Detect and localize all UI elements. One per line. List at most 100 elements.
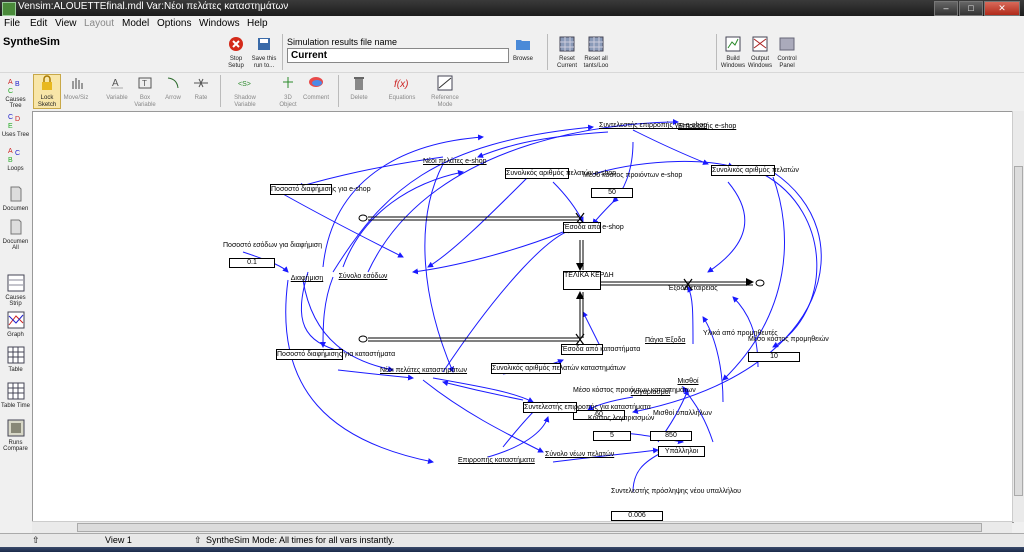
arrow-tool-button[interactable]: Arrow bbox=[160, 75, 186, 102]
var-syntelestis-proslipsis[interactable]: Συντελεστής πρόσληψης νέου υπαλλήλου bbox=[611, 488, 741, 495]
causes-tree-icon: A BC bbox=[8, 79, 20, 95]
runs-compare-button[interactable]: Runs Compare bbox=[0, 419, 31, 452]
comment-button[interactable]: Comment bbox=[303, 75, 329, 102]
var-meso-kostos-eshop[interactable]: Μέσο κόστος προιόντων e-shop bbox=[583, 172, 682, 179]
var-synolo-esodon[interactable]: Σύνολο εσόδων bbox=[338, 273, 388, 280]
synthesim-mode-icon: ⇧ bbox=[194, 535, 202, 545]
var-logariasmoi[interactable]: Λογαριασμοί bbox=[628, 389, 673, 396]
build-windows-button[interactable]: Build Windows bbox=[720, 36, 746, 70]
var-diafimisi[interactable]: Διαφήμιση bbox=[287, 275, 327, 282]
table-time-button[interactable]: Table Time bbox=[0, 382, 31, 409]
var-neoi-pelates-eshop[interactable]: Νέοι πελάτες e-shop bbox=[423, 158, 487, 165]
var-misthoi-ypallilon[interactable]: Μισθοί υπαλλήλων bbox=[653, 410, 712, 417]
equations-button[interactable]: f(x) Equations bbox=[388, 75, 416, 102]
reset-current-button[interactable]: Reset Current bbox=[554, 36, 580, 70]
var-meso-kostos-katastimata[interactable]: Μέσο κόστος προιόντων καταστημάτων bbox=[573, 387, 696, 394]
var-kostos-logariasmon[interactable]: Κόστος λογαριασμών bbox=[588, 415, 654, 422]
title-bar: Vensim:ALOUETTEfinal.mdl Var:Νέοι πελάτε… bbox=[0, 0, 1024, 16]
stock-synolikos-eshop[interactable]: Συνολικός αριθμός πελατών e-shop bbox=[505, 168, 616, 179]
variable-tool-button[interactable]: A Variable bbox=[104, 75, 130, 102]
misthoi-ypallilon-slider[interactable]: 850 bbox=[650, 431, 692, 441]
fx-icon: f(x) bbox=[394, 79, 408, 90]
stock-ypalliloi[interactable]: Υπάλληλοι bbox=[658, 446, 705, 457]
control-panel-button[interactable]: Control Panel bbox=[774, 36, 800, 70]
sim-file-input[interactable]: Current bbox=[287, 48, 509, 63]
var-ylika[interactable]: Υλικά από προμηθευτές bbox=[703, 330, 778, 337]
menu-edit[interactable]: Edit bbox=[30, 18, 47, 29]
var-syntelestis-katastimata[interactable]: Συντελεστής επιρροπής για καταστήματα bbox=[523, 402, 651, 413]
maximize-button[interactable]: □ bbox=[959, 1, 983, 16]
output-windows-button[interactable]: Output Windows bbox=[747, 36, 773, 70]
var-pososto-esodon[interactable]: Ποσοστό εσόδων για διαφήμιση bbox=[223, 242, 322, 249]
save-run-button[interactable]: Save this run to... bbox=[250, 36, 278, 70]
close-button[interactable]: ✕ bbox=[984, 1, 1020, 16]
flow-esoda-eshop[interactable]: Έσοδα από e-shop bbox=[563, 222, 624, 233]
uses-tree-button[interactable]: CDE Uses Tree bbox=[0, 111, 31, 138]
menu-model[interactable]: Model bbox=[122, 18, 149, 29]
syntelestis-proslipsis-slider[interactable]: 0.006 bbox=[611, 511, 663, 521]
meso-kostos-eshop-slider[interactable]: 50 bbox=[591, 188, 633, 198]
var-synolo-neon-pelaton[interactable]: Σύνολο νέων πελατών bbox=[545, 451, 614, 458]
menu-layout[interactable]: Layout bbox=[84, 18, 114, 29]
loops-button[interactable]: ACB Loops bbox=[0, 145, 31, 172]
stock-synolikos-katastimata[interactable]: Συνολικός αριθμός πελατών καταστημάτων bbox=[491, 363, 626, 374]
horizontal-scrollbar[interactable] bbox=[32, 521, 1012, 533]
svg-text:E: E bbox=[8, 123, 13, 129]
stock-pososto-katastimata[interactable]: Ποσοστό διαφήμισης για καταστήματα bbox=[276, 349, 395, 360]
reset-all-icon bbox=[588, 36, 604, 52]
flow-esoda-exoda[interactable]: Έξοδα εταιρείας bbox=[668, 285, 718, 292]
browse-button[interactable]: Browse bbox=[512, 36, 534, 63]
var-pagia-exoda[interactable]: Πάγια Έξοδα bbox=[645, 337, 685, 344]
move-size-button[interactable]: Move/Siz bbox=[63, 75, 89, 102]
vertical-scrollbar[interactable] bbox=[1012, 111, 1024, 522]
view-label[interactable]: View 1 bbox=[105, 535, 132, 545]
lock-sketch-button[interactable]: Lock Sketch bbox=[33, 74, 61, 109]
horizontal-scroll-thumb[interactable] bbox=[77, 523, 982, 532]
menu-view[interactable]: View bbox=[55, 18, 77, 29]
stock-synolikos-pelaton[interactable]: Συνολικός αριθμός πελατών bbox=[711, 165, 799, 176]
menu-bar: File Edit View Layout Model Options Wind… bbox=[0, 16, 1024, 32]
pososto-esodon-slider[interactable]: 0.1 bbox=[229, 258, 275, 268]
flow-esoda-katastimata[interactable]: Έσοδα από καταστήματα bbox=[561, 344, 640, 355]
menu-windows[interactable]: Windows bbox=[199, 18, 240, 29]
svg-text:C: C bbox=[8, 88, 13, 94]
var-meso-kostos-promitheion[interactable]: Μέσο κόστος προμηθειών bbox=[748, 336, 829, 343]
box-variable-button[interactable]: T Box Variable bbox=[132, 75, 158, 109]
shadow-variable-button[interactable]: <S> Shadow Variable bbox=[230, 75, 260, 109]
lock-icon bbox=[42, 75, 52, 90]
var-neoi-pelates-katastimata[interactable]: Νέοι πελάτες καταστημάτων bbox=[380, 367, 467, 374]
causes-strip-button[interactable]: Causes Strip bbox=[0, 274, 31, 307]
minimize-button[interactable]: – bbox=[934, 1, 958, 16]
delete-button[interactable]: Delete bbox=[346, 75, 372, 102]
menu-help[interactable]: Help bbox=[247, 18, 268, 29]
document-all-button[interactable]: Documen All bbox=[0, 218, 31, 251]
reset-all-button[interactable]: Reset all tants/Loo bbox=[582, 36, 610, 70]
var-syntelestis-eshop[interactable]: Συντελεστής επιρροπής για e-shop bbox=[599, 122, 707, 129]
meso-kostos-promitheion-slider[interactable]: 10 bbox=[748, 352, 800, 362]
shadow-variable-icon: <S> bbox=[238, 81, 251, 88]
var-misthoi[interactable]: Μισθοί bbox=[673, 378, 703, 385]
graph-button[interactable]: Graph bbox=[0, 311, 31, 338]
stop-setup-button[interactable]: Stop Setup bbox=[225, 36, 247, 70]
rate-tool-button[interactable]: Rate bbox=[188, 75, 214, 102]
stock-pososto-eshop[interactable]: Ποσοστό διαφήμισης για e-shop bbox=[270, 184, 371, 195]
menu-file[interactable]: File bbox=[4, 18, 20, 29]
var-epiroi-katastimata[interactable]: Επιρροπής καταστήματα bbox=[458, 457, 535, 464]
variable-icon: A bbox=[111, 78, 123, 89]
menu-options[interactable]: Options bbox=[157, 18, 191, 29]
document-button[interactable]: Documen bbox=[0, 185, 31, 212]
reference-mode-button[interactable]: Reference Mode bbox=[430, 75, 460, 109]
3d-object-icon bbox=[283, 77, 293, 88]
box-variable-icon: T bbox=[138, 77, 152, 89]
model-sketch-canvas[interactable]: Συντελεστής επιρροπής για e-shop Επιρροπ… bbox=[32, 111, 1014, 523]
control-panel-icon bbox=[779, 37, 795, 51]
stock-telika-kerdi[interactable]: ΤΕΛΙΚΑ ΚΕΡΔΗ bbox=[563, 271, 614, 290]
table-button[interactable]: Table bbox=[0, 346, 31, 373]
kostos-logariasmon-slider[interactable]: 5 bbox=[593, 431, 631, 441]
3d-object-button[interactable]: 3D Object bbox=[275, 75, 301, 109]
var-epiroi-eshop[interactable]: Επιρροπής e-shop bbox=[678, 123, 736, 130]
causes-tree-button[interactable]: ABC Causes Tree bbox=[0, 76, 31, 109]
nav-icon[interactable]: ⇧ bbox=[32, 535, 40, 546]
sketch-toolbar: Lock Sketch Move/Siz A Variable T Box Va… bbox=[0, 73, 1024, 111]
vertical-scroll-thumb[interactable] bbox=[1014, 166, 1023, 496]
